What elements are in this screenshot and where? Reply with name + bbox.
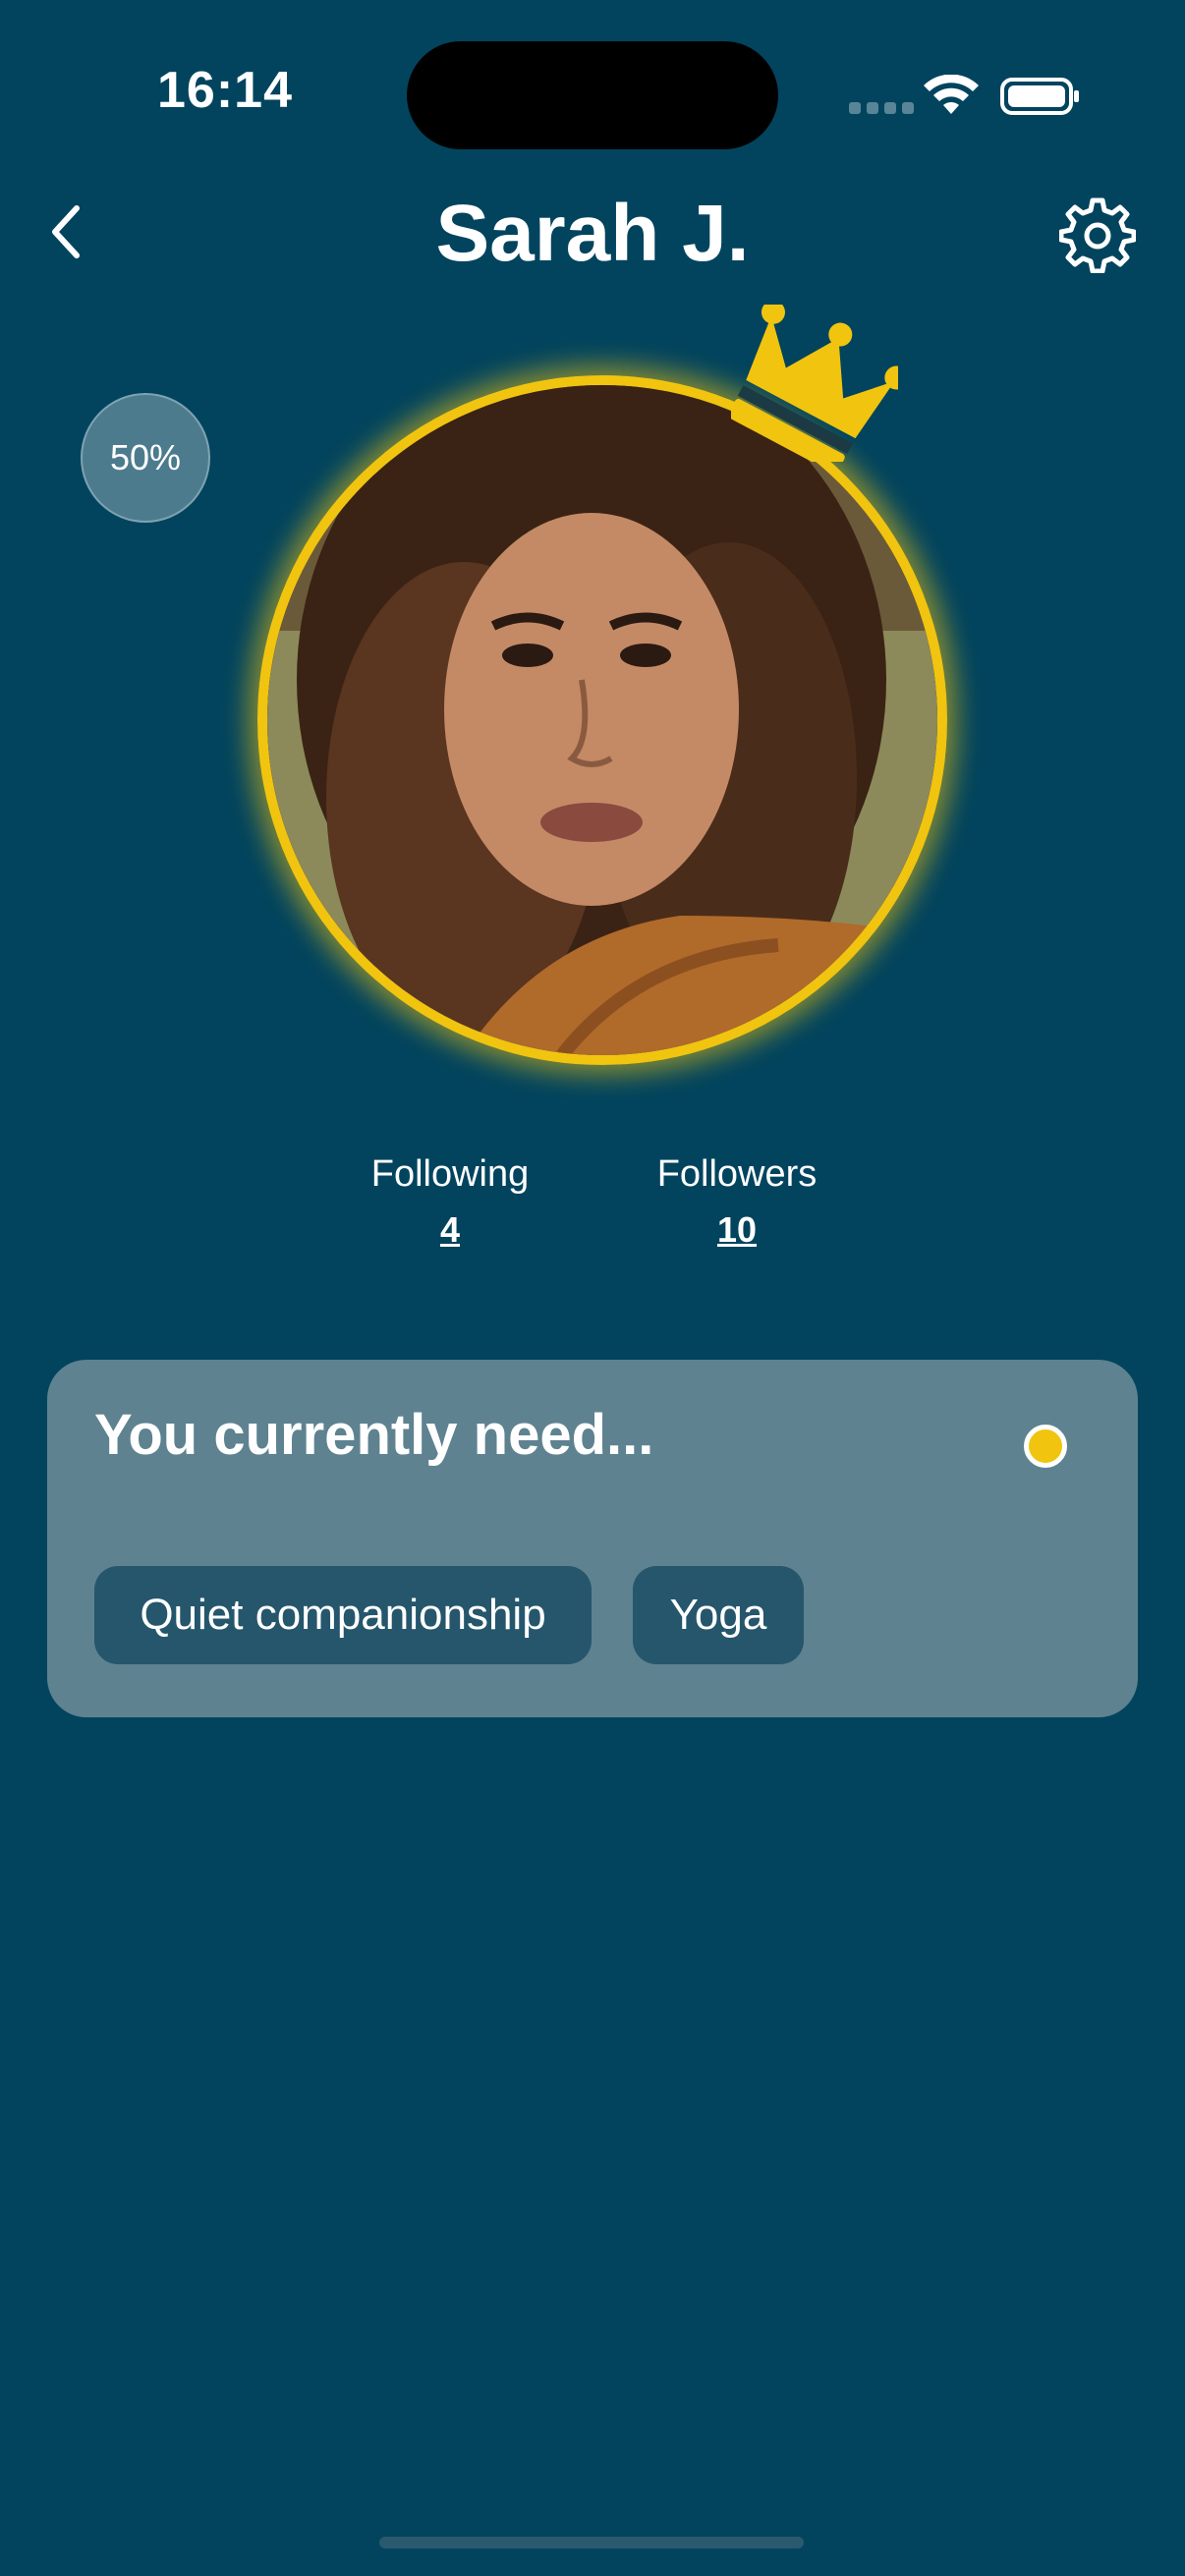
needs-card: You currently need... Quiet companionshi… <box>47 1360 1138 1717</box>
followers-label: Followers <box>656 1153 818 1195</box>
cellular-signal-icon <box>849 102 914 114</box>
battery-icon <box>1000 78 1079 115</box>
gear-icon[interactable] <box>1059 196 1136 273</box>
following-label: Following <box>370 1153 530 1195</box>
status-indicator <box>1024 1425 1067 1468</box>
crown-icon <box>731 305 898 462</box>
need-chip-quiet-companionship[interactable]: Quiet companionship <box>94 1566 592 1664</box>
followers-stat: Followers 10 <box>609 1151 865 1252</box>
need-chip-label: Quiet companionship <box>140 1591 546 1639</box>
following-count-link[interactable]: 4 <box>322 1208 578 1252</box>
home-indicator <box>379 2537 804 2548</box>
following-stat: Following 4 <box>322 1151 578 1252</box>
followers-count-link[interactable]: 10 <box>609 1208 865 1252</box>
need-chip-label: Yoga <box>669 1591 767 1639</box>
progress-label: 50% <box>109 437 182 477</box>
need-chip-yoga[interactable]: Yoga <box>633 1566 804 1664</box>
page-title: Sarah J. <box>435 189 750 278</box>
wifi-icon <box>924 75 979 114</box>
needs-title: You currently need... <box>94 1403 654 1467</box>
progress-badge: 50% <box>81 393 210 523</box>
avatar-image <box>267 385 937 1055</box>
dynamic-island <box>407 41 778 149</box>
avatar <box>257 375 947 1065</box>
status-time: 16:14 <box>157 62 293 119</box>
